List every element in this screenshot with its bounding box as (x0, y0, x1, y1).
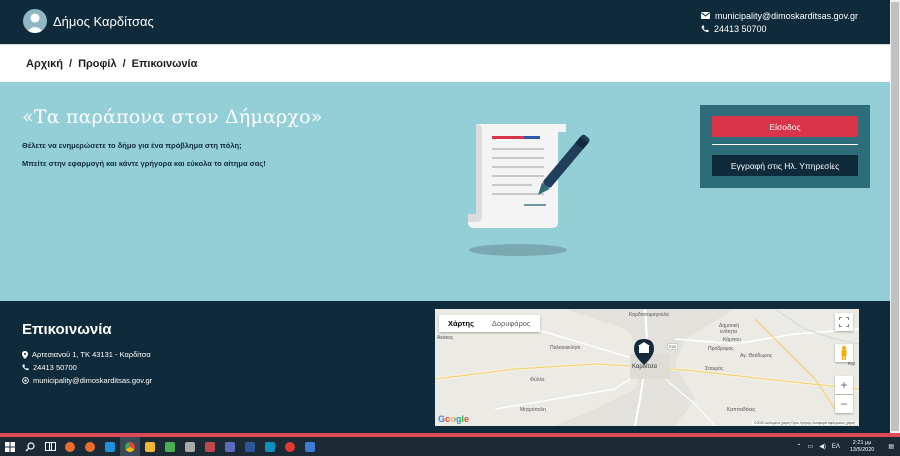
map-marker-icon (22, 350, 28, 359)
brand[interactable]: Δήμος Καρδίτσας (23, 9, 154, 33)
start-windows-icon[interactable] (0, 437, 20, 456)
complaints-hero: «Τα παράπονα στον Δήμαρχο» Θέλετε να ενη… (0, 82, 890, 301)
map-label-agios-theodoros: Αγ. Θεόδωρος (740, 353, 773, 359)
user-avatar-icon (23, 9, 47, 33)
location-pin-icon[interactable] (634, 339, 654, 370)
breadcrumb-home[interactable]: Αρχική (26, 58, 63, 70)
volume-icon[interactable]: ◀) (819, 443, 826, 450)
taskbar-app-icon[interactable] (180, 437, 200, 456)
street-view-pegman-icon[interactable] (835, 344, 853, 362)
taskbar-app-icon[interactable] (160, 437, 180, 456)
file-explorer-icon[interactable] (140, 437, 160, 456)
map-label-paleokklisi: Παλαιοκκλήσι (550, 345, 581, 351)
footer-title: Επικοινωνία (22, 321, 112, 338)
header-contact: municipality@dimoskarditsas.gov.gr 24413… (700, 9, 858, 35)
google-logo: Google (438, 414, 469, 424)
header-phone-row[interactable]: 24413 50700 (701, 22, 858, 35)
divider (712, 144, 858, 145)
hero-title: «Τα παράπονα στον Δήμαρχο» (22, 106, 323, 128)
breadcrumb-profile[interactable]: Προφίλ (78, 58, 117, 70)
location-map[interactable]: Χάρτης Δορυφόρος Καρδιτσομαγούλα Ακάκος … (435, 309, 859, 426)
tab-map[interactable]: Χάρτης (439, 315, 483, 332)
login-panel: Είσοδος Εγγραφή στις Ηλ. Υπηρεσίες (700, 105, 870, 188)
hero-text-1: Θέλετε να ενημερώσετε το δήμο για ένα πρ… (22, 141, 242, 150)
clock[interactable]: 2:21 μμ 13/5/2020 (850, 440, 874, 454)
clock-time: 2:21 μμ (852, 439, 872, 446)
header-phone: 24413 50700 (713, 23, 767, 34)
road-shield: E65 (667, 343, 679, 350)
map-type-tabs: Χάρτης Δορυφόρος (439, 315, 540, 332)
network-icon[interactable]: ▭ (808, 443, 814, 450)
site-title: Δήμος Καρδίτσας (53, 13, 154, 29)
tray-chevron-up-icon[interactable]: ⌃ (797, 443, 802, 450)
word-icon[interactable] (240, 437, 260, 456)
notifications-icon[interactable]: ▤ (888, 443, 894, 450)
map-label-kampou: Κάμπου (723, 337, 741, 343)
clock-date: 13/5/2020 (849, 446, 875, 453)
taskbar-app-icon[interactable] (200, 437, 220, 456)
map-label-prodromos: Πρόδρομος (708, 346, 734, 352)
taskbar-app-icon[interactable] (300, 437, 320, 456)
map-label-enotita: ενότητα (720, 329, 737, 335)
phone-icon (701, 25, 709, 32)
map-label-akakos: Ακάκος (437, 335, 454, 341)
system-tray: ⌃ ▭ ◀) ΕΛ 2:21 μμ 13/5/2020 ▤ (797, 437, 900, 456)
taskbar-app-icon[interactable] (60, 437, 80, 456)
taskbar-app-icon[interactable] (280, 437, 300, 456)
breadcrumb-separator: / (69, 57, 73, 70)
search-icon[interactable] (20, 437, 40, 456)
chrome-icon[interactable] (120, 437, 140, 456)
taskbar-app-icon[interactable] (260, 437, 280, 456)
breadcrumb-contact: Επικοινωνία (131, 57, 198, 70)
footer-phone-text: 24413 50700 (33, 363, 77, 372)
map-label-kappadokes: Καππαδόκες (727, 407, 756, 413)
footer-phone[interactable]: 24413 50700 (22, 363, 77, 372)
map-label-fyllo: Φύλλο (530, 377, 545, 383)
footer-email-text: municipality@dimoskarditsas.gov.gr (33, 376, 153, 385)
footer-address-text: Αρτεσιανού 1, ΤΚ 43131 - Καρδίτσα (32, 350, 151, 359)
windows-taskbar: ⌃ ▭ ◀) ΕΛ 2:21 μμ 13/5/2020 ▤ (0, 437, 900, 456)
map-attribution[interactable]: ©2020 Δεδομένα χάρτη Όροι Χρήσης Αναφορά… (752, 421, 857, 425)
document-pen-illustration (462, 118, 597, 265)
tab-satellite[interactable]: Δορυφόρος (483, 315, 540, 332)
header-email-row[interactable]: municipality@dimoskarditsas.gov.gr (700, 9, 858, 22)
taskbar-app-icon[interactable] (220, 437, 240, 456)
zoom-in-icon[interactable]: + (835, 376, 853, 394)
map-label-karditsomagoula: Καρδιτσομαγούλα (629, 312, 669, 318)
register-button[interactable]: Εγγραφή στις Ηλ. Υπηρεσίες (712, 155, 858, 176)
envelope-icon (700, 12, 710, 19)
breadcrumb: Αρχική / Προφίλ / Επικοινωνία (0, 44, 890, 82)
taskbar-app-icon[interactable] (100, 437, 120, 456)
breadcrumb-separator: / (122, 57, 126, 70)
zoom-out-icon[interactable]: − (835, 395, 853, 413)
language-indicator[interactable]: ΕΛ (832, 444, 840, 450)
map-label-stavros: Σταυρός (705, 366, 724, 372)
site-header: Δήμος Καρδίτσας municipality@dimoskardit… (0, 0, 890, 44)
map-label-mitropoli: Μητρόπολη (520, 407, 546, 413)
footer-email[interactable]: municipality@dimoskarditsas.gov.gr (22, 376, 152, 385)
login-button[interactable]: Είσοδος (712, 116, 858, 137)
at-icon (22, 377, 29, 384)
task-view-icon[interactable] (40, 437, 60, 456)
fullscreen-icon[interactable] (835, 313, 853, 331)
footer-address: Αρτεσιανού 1, ΤΚ 43131 - Καρδίτσα (22, 350, 151, 359)
header-email: municipality@dimoskarditsas.gov.gr (714, 10, 858, 21)
taskbar-app-icon[interactable] (80, 437, 100, 456)
phone-icon (22, 364, 29, 371)
scrollbar-thumb[interactable] (891, 2, 899, 431)
hero-text-2: Μπείτε στην εφαρμογή και κάντε γρήγορα κ… (22, 159, 266, 168)
